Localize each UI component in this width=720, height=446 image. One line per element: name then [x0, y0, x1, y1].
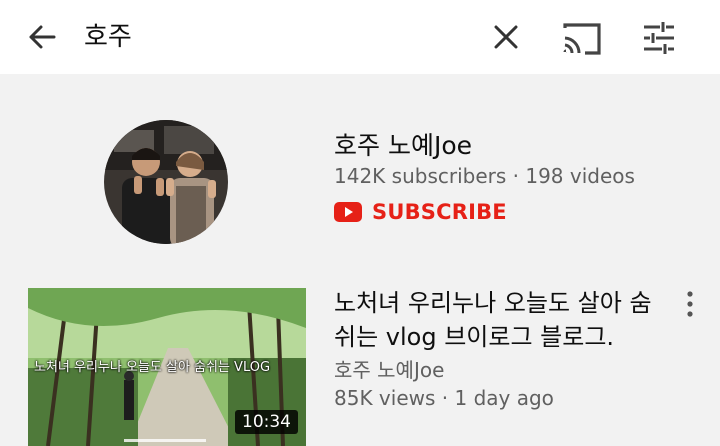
- video-result[interactable]: 노처녀 우리누나 오늘도 살아 숨쉬는 VLOG 10:34 노처녀 우리누나 …: [0, 270, 720, 446]
- thumbnail-caption: 노처녀 우리누나 오늘도 살아 숨쉬는 VLOG: [34, 360, 271, 375]
- video-channel-name: 호주 노예Joe: [334, 358, 445, 382]
- search-query[interactable]: 호주: [84, 18, 132, 56]
- cast-icon: [563, 23, 601, 55]
- search-header: 호주: [0, 0, 720, 74]
- more-vert-icon: [687, 291, 693, 317]
- cast-button[interactable]: [561, 19, 603, 57]
- more-options-button[interactable]: [680, 290, 700, 318]
- subscribe-button[interactable]: SUBSCRIBE: [334, 196, 507, 228]
- video-title[interactable]: 노처녀 우리누나 오늘도 살아 숨쉬는 vlog 브이로그 블로그.: [334, 286, 654, 354]
- clear-search-button[interactable]: [488, 19, 524, 55]
- view-count: 85K views: [334, 386, 436, 410]
- channel-result[interactable]: 호주 노예Joe 142K subscribers · 198 videos S…: [0, 74, 720, 270]
- arrow-back-icon: [29, 25, 56, 49]
- upload-age: 1 day ago: [454, 386, 554, 410]
- video-count: 198 videos: [525, 164, 635, 188]
- meta-separator: ·: [435, 386, 455, 410]
- channel-avatar[interactable]: [104, 120, 228, 244]
- channel-stats: 142K subscribers · 198 videos: [334, 162, 635, 190]
- subscriber-count: 142K subscribers: [334, 164, 507, 188]
- filter-button[interactable]: [640, 19, 678, 57]
- subscribe-label: SUBSCRIBE: [372, 200, 507, 224]
- video-thumbnail[interactable]: 노처녀 우리누나 오늘도 살아 숨쉬는 VLOG 10:34: [28, 288, 306, 446]
- back-button[interactable]: [24, 19, 60, 55]
- video-stats: 85K views · 1 day ago: [334, 384, 554, 412]
- youtube-logo-icon: [334, 202, 362, 222]
- video-duration: 10:34: [235, 410, 298, 434]
- thumbnail-divider: [124, 439, 206, 442]
- close-icon: [494, 25, 518, 49]
- meta-separator: ·: [506, 164, 526, 188]
- avatar-photo: [104, 120, 228, 244]
- channel-name[interactable]: 호주 노예Joe: [334, 129, 472, 163]
- filter-sliders-icon: [644, 22, 674, 54]
